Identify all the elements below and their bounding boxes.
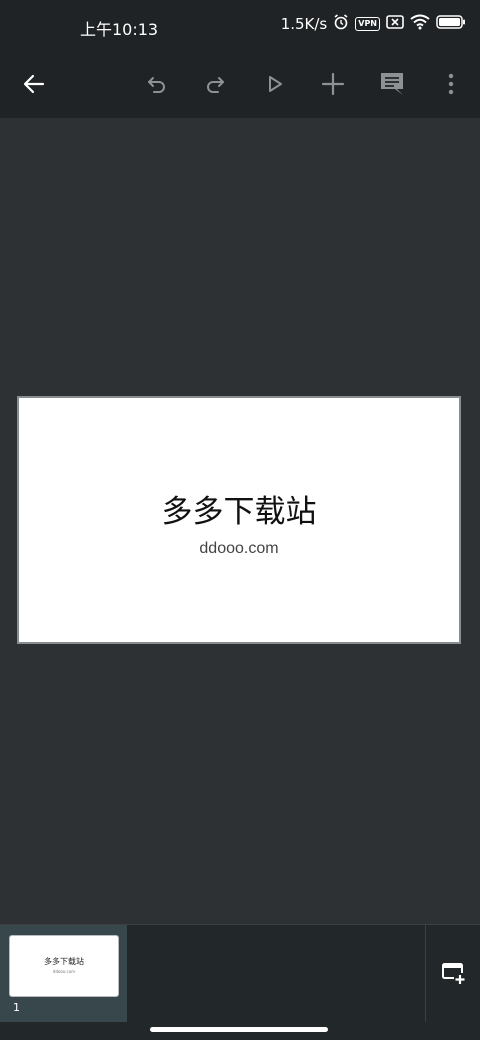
- back-arrow-icon: [23, 74, 45, 94]
- system-nav-bar: [0, 1022, 480, 1040]
- new-slide-button[interactable]: [436, 955, 472, 991]
- alarm-icon: [333, 14, 349, 34]
- slides-editor-screen: 上午10:13 1.5K/s VPN 多多下载站 ddooo.com 多多下载站…: [0, 0, 480, 1040]
- add-icon: [321, 72, 345, 96]
- status-bar: 上午10:13 1.5K/s VPN: [0, 0, 480, 52]
- vpn-icon: VPN: [355, 17, 380, 31]
- thumbnail-number: 1: [13, 1001, 20, 1014]
- slide-thumbnail[interactable]: 多多下载站 ddooo.com: [9, 935, 119, 997]
- slide-canvas[interactable]: 多多下载站 ddooo.com: [0, 118, 480, 924]
- wifi-icon: [410, 14, 430, 34]
- status-time: 上午10:13: [80, 20, 159, 39]
- slide-thumbnail-item[interactable]: 多多下载站 ddooo.com 1: [0, 925, 127, 1022]
- slide-filmstrip: 多多下载站 ddooo.com 1: [0, 924, 480, 1022]
- back-button[interactable]: [14, 64, 54, 104]
- editor-toolbar: [0, 52, 480, 118]
- more-vert-icon: [448, 73, 454, 95]
- sim-disabled-icon: [386, 15, 404, 33]
- status-icons: 1.5K/s VPN: [281, 14, 466, 34]
- thumbnail-title: 多多下载站: [44, 957, 84, 966]
- insert-button[interactable]: [313, 64, 353, 104]
- play-icon: [269, 76, 282, 92]
- filmstrip-divider: [425, 925, 426, 1022]
- slide-subtitle-text[interactable]: ddooo.com: [19, 540, 459, 558]
- thumbnail-subtitle: ddooo.com: [52, 969, 76, 974]
- current-slide[interactable]: 多多下载站 ddooo.com: [17, 396, 461, 644]
- redo-button[interactable]: [195, 64, 235, 104]
- comment-icon: [381, 73, 403, 95]
- comments-button[interactable]: [372, 64, 412, 104]
- more-options-button[interactable]: [431, 64, 471, 104]
- undo-button[interactable]: [137, 64, 177, 104]
- home-indicator[interactable]: [150, 1027, 328, 1032]
- slide-title-text[interactable]: 多多下载站: [19, 486, 459, 531]
- present-button[interactable]: [255, 64, 295, 104]
- battery-icon: [436, 15, 466, 33]
- undo-icon: [148, 77, 165, 93]
- redo-icon: [207, 77, 224, 93]
- new-slide-icon: [442, 963, 466, 985]
- network-speed: 1.5K/s: [280, 15, 328, 33]
